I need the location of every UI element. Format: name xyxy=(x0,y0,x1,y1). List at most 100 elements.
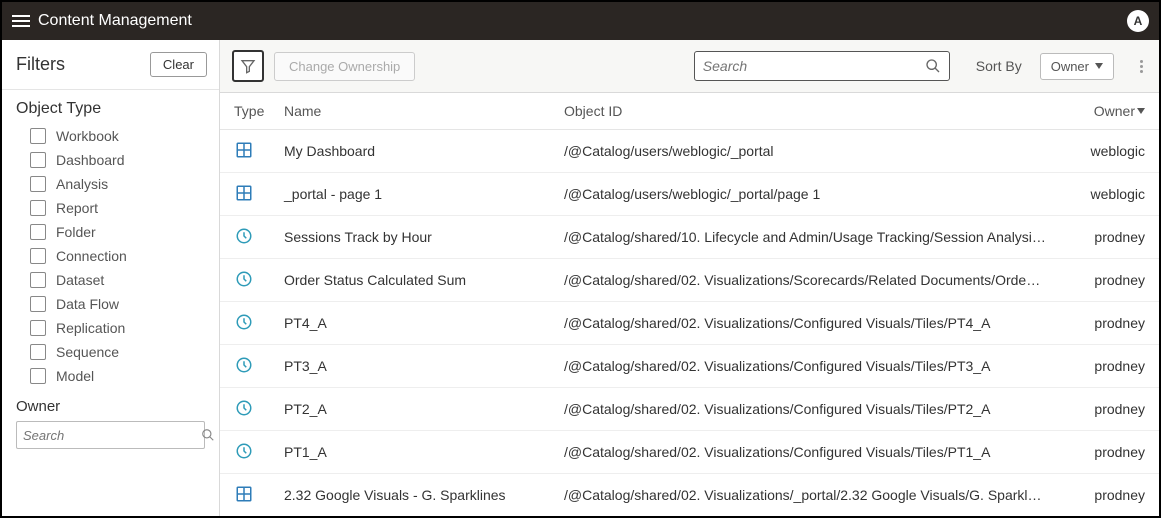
table-row[interactable]: PT2_A/@Catalog/shared/02. Visualizations… xyxy=(220,388,1159,431)
table-row[interactable]: _portal - page 1/@Catalog/users/weblogic… xyxy=(220,173,1159,216)
row-owner: prodney xyxy=(1073,444,1145,460)
dashboard-icon xyxy=(234,183,284,205)
row-name: PT4_A xyxy=(284,315,564,331)
checkbox-icon[interactable] xyxy=(30,152,46,168)
analysis-icon xyxy=(234,269,284,291)
table-row[interactable]: Sessions Track by Hour/@Catalog/shared/1… xyxy=(220,216,1159,259)
filter-type-item[interactable]: Sequence xyxy=(16,340,205,364)
row-object-id: /@Catalog/shared/02. Visualizations/Conf… xyxy=(564,444,1073,460)
filter-type-label: Dashboard xyxy=(56,152,125,168)
row-owner: weblogic xyxy=(1073,143,1145,159)
row-name: Sessions Track by Hour xyxy=(284,229,564,245)
filters-sidebar: Filters Clear Object Type Workbook Dashbo… xyxy=(2,40,220,516)
filter-type-label: Dataset xyxy=(56,272,104,288)
search-input[interactable] xyxy=(703,58,925,74)
sort-desc-icon xyxy=(1137,108,1145,114)
sort-by-label: Sort By xyxy=(976,58,1022,74)
avatar-initial: A xyxy=(1134,14,1143,28)
row-owner: prodney xyxy=(1073,401,1145,417)
filter-type-label: Report xyxy=(56,200,98,216)
table-row[interactable]: 2.32 Google Visuals - G. Sparklines/@Cat… xyxy=(220,474,1159,516)
checkbox-icon[interactable] xyxy=(30,344,46,360)
search-box[interactable] xyxy=(694,51,950,81)
change-ownership-button: Change Ownership xyxy=(274,52,415,81)
header-name[interactable]: Name xyxy=(284,103,564,119)
analysis-icon xyxy=(234,441,284,463)
row-owner: prodney xyxy=(1073,272,1145,288)
filter-type-item[interactable]: Report xyxy=(16,196,205,220)
checkbox-icon[interactable] xyxy=(30,200,46,216)
checkbox-icon[interactable] xyxy=(30,296,46,312)
row-owner: weblogic xyxy=(1073,186,1145,202)
row-name: PT1_A xyxy=(284,444,564,460)
row-owner: prodney xyxy=(1073,315,1145,331)
more-actions-icon[interactable] xyxy=(1136,56,1147,77)
table-row[interactable]: My Dashboard/@Catalog/users/weblogic/_po… xyxy=(220,130,1159,173)
header-owner[interactable]: Owner xyxy=(1073,103,1145,119)
dashboard-icon xyxy=(234,484,284,506)
checkbox-icon[interactable] xyxy=(30,248,46,264)
checkbox-icon[interactable] xyxy=(30,368,46,384)
filter-type-label: Folder xyxy=(56,224,96,240)
checkbox-icon[interactable] xyxy=(30,224,46,240)
table-row[interactable]: Order Status Calculated Sum/@Catalog/sha… xyxy=(220,259,1159,302)
filter-type-item[interactable]: Replication xyxy=(16,316,205,340)
chevron-down-icon xyxy=(1095,63,1103,69)
row-name: Order Status Calculated Sum xyxy=(284,272,564,288)
menu-icon[interactable] xyxy=(12,12,30,30)
header-owner-label: Owner xyxy=(1094,103,1135,119)
search-icon xyxy=(201,428,215,442)
sort-value: Owner xyxy=(1051,59,1089,74)
funnel-icon xyxy=(240,58,256,74)
sort-dropdown[interactable]: Owner xyxy=(1040,53,1114,80)
table-row[interactable]: PT1_A/@Catalog/shared/02. Visualizations… xyxy=(220,431,1159,474)
row-object-id: /@Catalog/shared/02. Visualizations/Conf… xyxy=(564,401,1073,417)
row-name: PT3_A xyxy=(284,358,564,374)
avatar[interactable]: A xyxy=(1127,10,1149,32)
row-name: _portal - page 1 xyxy=(284,186,564,202)
checkbox-icon[interactable] xyxy=(30,272,46,288)
filter-type-label: Analysis xyxy=(56,176,108,192)
row-object-id: /@Catalog/shared/02. Visualizations/Conf… xyxy=(564,315,1073,331)
row-name: 2.32 Google Visuals - G. Sparklines xyxy=(284,487,564,503)
filter-type-item[interactable]: Folder xyxy=(16,220,205,244)
filters-title: Filters xyxy=(16,54,65,75)
checkbox-icon[interactable] xyxy=(30,128,46,144)
row-object-id: /@Catalog/users/weblogic/_portal xyxy=(564,143,1073,159)
row-owner: prodney xyxy=(1073,358,1145,374)
table-header: Type Name Object ID Owner xyxy=(220,93,1159,130)
filter-type-item[interactable]: Workbook xyxy=(16,124,205,148)
filter-type-item[interactable]: Data Flow xyxy=(16,292,205,316)
owner-search[interactable] xyxy=(16,421,205,449)
search-icon xyxy=(925,58,941,74)
table-row[interactable]: PT3_A/@Catalog/shared/02. Visualizations… xyxy=(220,345,1159,388)
row-owner: prodney xyxy=(1073,229,1145,245)
owner-search-input[interactable] xyxy=(23,428,201,443)
filter-type-item[interactable]: Dataset xyxy=(16,268,205,292)
top-bar: Content Management A xyxy=(2,2,1159,40)
table-row[interactable]: PT4_A/@Catalog/shared/02. Visualizations… xyxy=(220,302,1159,345)
object-type-title: Object Type xyxy=(2,90,219,124)
header-object-id[interactable]: Object ID xyxy=(564,103,1073,119)
filter-type-item[interactable]: Model xyxy=(16,364,205,388)
filter-type-item[interactable]: Connection xyxy=(16,244,205,268)
row-object-id: /@Catalog/shared/02. Visualizations/Scor… xyxy=(564,272,1073,288)
filter-type-label: Connection xyxy=(56,248,127,264)
filter-type-item[interactable]: Analysis xyxy=(16,172,205,196)
checkbox-icon[interactable] xyxy=(30,320,46,336)
filter-type-label: Model xyxy=(56,368,94,384)
checkbox-icon[interactable] xyxy=(30,176,46,192)
row-object-id: /@Catalog/shared/02. Visualizations/_por… xyxy=(564,487,1073,503)
header-type[interactable]: Type xyxy=(234,103,284,119)
filter-type-label: Sequence xyxy=(56,344,119,360)
filter-type-item[interactable]: Dashboard xyxy=(16,148,205,172)
clear-button[interactable]: Clear xyxy=(150,52,207,77)
row-object-id: /@Catalog/shared/10. Lifecycle and Admin… xyxy=(564,229,1073,245)
page-title: Content Management xyxy=(38,12,192,30)
filter-type-label: Workbook xyxy=(56,128,119,144)
filter-toggle-button[interactable] xyxy=(232,50,264,82)
filter-type-label: Data Flow xyxy=(56,296,119,312)
row-owner: prodney xyxy=(1073,487,1145,503)
analysis-icon xyxy=(234,355,284,377)
row-object-id: /@Catalog/users/weblogic/_portal/page 1 xyxy=(564,186,1073,202)
